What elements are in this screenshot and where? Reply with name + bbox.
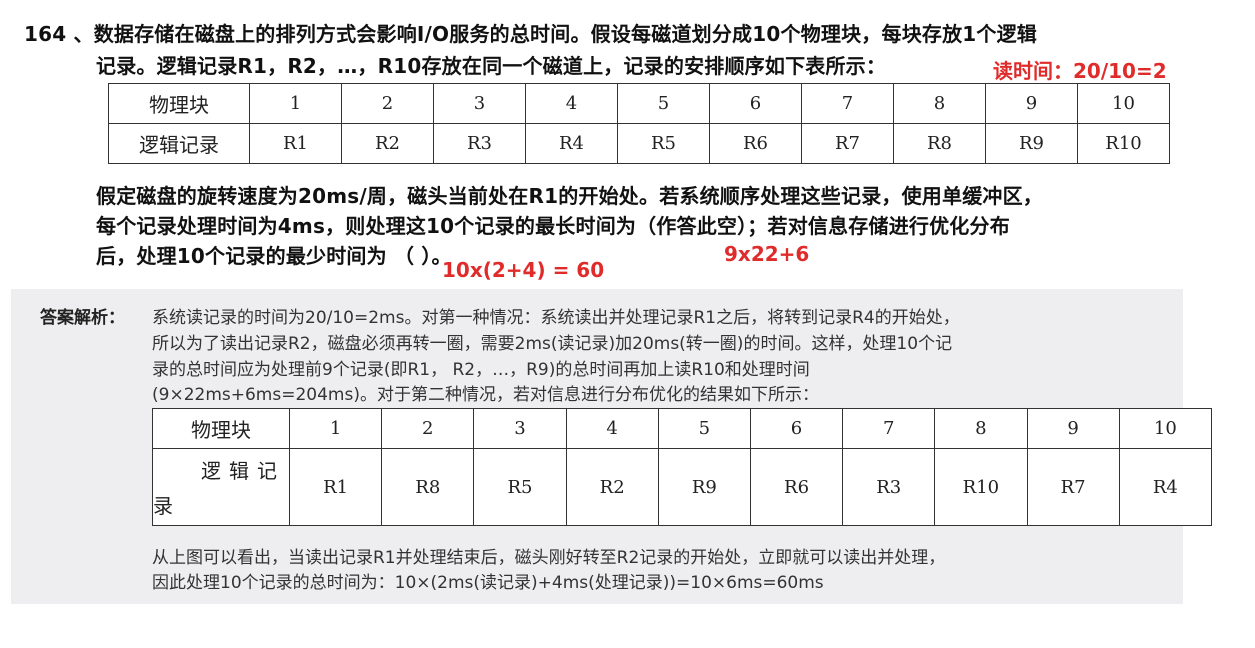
annotation-shortest-time: 10x(2+4) = 60 bbox=[442, 258, 605, 282]
answer-label: 答案解析： bbox=[40, 308, 125, 328]
physical-block-cell: 4 bbox=[565, 408, 659, 449]
physical-block-cell: 8 bbox=[893, 83, 986, 124]
logical-record-cell: R6 bbox=[709, 123, 802, 164]
logical-record-cell: R3 bbox=[842, 448, 936, 526]
physical-block-cell: 5 bbox=[657, 408, 751, 449]
annotation-read-time: 读时间：20/10=2 bbox=[993, 59, 1167, 83]
physical-block-cell: 2 bbox=[381, 408, 475, 449]
physical-block-cell: 3 bbox=[433, 83, 526, 124]
logical-record-cell: R10 bbox=[934, 448, 1028, 526]
logical-record-cell: R4 bbox=[525, 123, 618, 164]
physical-block-cell: 1 bbox=[288, 408, 383, 449]
question-line-4: 每个记录处理时间为4ms，则处理这10个记录的最长时间为（作答此空）；若对信息存… bbox=[96, 214, 1010, 238]
physical-block-cell: 6 bbox=[749, 408, 844, 449]
logical-record-header-top: 逻辑记 bbox=[201, 459, 285, 483]
physical-block-cell: 1 bbox=[249, 83, 342, 124]
physical-block-cell: 9 bbox=[1026, 408, 1120, 449]
logical-record-cell: R8 bbox=[893, 123, 986, 164]
logical-record-header: 逻辑记录 bbox=[108, 123, 250, 164]
physical-block-cell: 3 bbox=[473, 408, 567, 449]
physical-block-cell: 2 bbox=[341, 83, 434, 124]
logical-record-row: 逻辑记录 R1 R2 R3 R4 R5 R6 R7 R8 R9 R10 bbox=[108, 123, 1170, 164]
logical-record-cell: R2 bbox=[565, 448, 659, 526]
answer-line: 系统读记录的时间为20/10=2ms。对第一种情况：系统读出并处理记录R1之后，… bbox=[152, 308, 960, 328]
logical-record-cell: R6 bbox=[749, 448, 844, 526]
logical-record-cell: R1 bbox=[249, 123, 342, 164]
optimized-layout-table: 物理块 1 2 3 4 5 6 7 8 9 10 逻辑记 录 R1 R8 R5 … bbox=[152, 408, 1213, 526]
annotation-longest-time: 9x22+6 bbox=[724, 242, 810, 266]
physical-block-cell: 4 bbox=[525, 83, 618, 124]
question-line-1: 164 、数据存储在磁盘上的排列方式会影响I/O服务的总时间。假设每磁道划分成1… bbox=[24, 22, 1038, 46]
logical-record-cell: R1 bbox=[288, 448, 383, 526]
physical-block-cell: 9 bbox=[985, 83, 1078, 124]
physical-block-cell: 8 bbox=[934, 408, 1028, 449]
question-line-3: 假定磁盘的旋转速度为20ms/周，磁头当前处在R1的开始处。若系统顺序处理这些记… bbox=[96, 184, 1043, 208]
answer-line: 从上图可以看出，当读出记录R1并处理结束后，磁头刚好转至R2记录的开始处，立即就… bbox=[152, 548, 946, 568]
physical-block-cell: 10 bbox=[1077, 83, 1170, 124]
answer-line: 所以为了读出记录R2，磁盘必须再转一圈，需要2ms(读记录)加20ms(转一圈)… bbox=[152, 334, 953, 354]
physical-block-cell: 6 bbox=[709, 83, 802, 124]
logical-record-cell: R9 bbox=[657, 448, 751, 526]
physical-block-cell: 7 bbox=[842, 408, 936, 449]
logical-record-cell: R5 bbox=[473, 448, 567, 526]
physical-block-row: 物理块 1 2 3 4 5 6 7 8 9 10 bbox=[152, 408, 1213, 449]
answer-line: 录的总时间应为处理前9个记录(即R1， R2，…，R9)的总时间再加上读R10和… bbox=[152, 360, 810, 380]
logical-record-cell: R2 bbox=[341, 123, 434, 164]
logical-record-cell: R7 bbox=[801, 123, 894, 164]
question-line-5: 后，处理10个记录的最少时间为 （ ）。 bbox=[96, 244, 452, 268]
physical-block-row: 物理块 1 2 3 4 5 6 7 8 9 10 bbox=[108, 83, 1170, 124]
answer-line: (9×22ms+6ms=204ms)。对于第二种情况，若对信息进行分布优化的结果… bbox=[152, 385, 819, 405]
physical-block-cell: 7 bbox=[801, 83, 894, 124]
answer-line: 因此处理10个记录的总时间为：10×(2ms(读记录)+4ms(处理记录))=1… bbox=[152, 573, 824, 593]
physical-block-cell: 10 bbox=[1118, 408, 1213, 449]
logical-record-cell: R5 bbox=[617, 123, 710, 164]
logical-record-cell: R9 bbox=[985, 123, 1078, 164]
physical-block-header: 物理块 bbox=[152, 408, 290, 449]
logical-record-row: 逻辑记 录 R1 R8 R5 R2 R9 R6 R3 R10 R7 R4 bbox=[152, 448, 1213, 526]
logical-record-cell: R3 bbox=[433, 123, 526, 164]
logical-record-header-bottom: 录 bbox=[153, 494, 173, 518]
logical-record-cell: R8 bbox=[381, 448, 475, 526]
logical-record-header: 逻辑记 录 bbox=[152, 448, 290, 526]
physical-block-header: 物理块 bbox=[108, 83, 250, 124]
logical-record-cell: R10 bbox=[1077, 123, 1170, 164]
logical-record-cell: R4 bbox=[1118, 448, 1213, 526]
record-layout-table: 物理块 1 2 3 4 5 6 7 8 9 10 逻辑记录 R1 R2 R3 R… bbox=[108, 83, 1170, 164]
logical-record-cell: R7 bbox=[1026, 448, 1120, 526]
question-line-2: 记录。逻辑记录R1，R2，…，R10存放在同一个磁道上，记录的安排顺序如下表所示… bbox=[96, 54, 887, 78]
logical-record-header-label: 逻辑记 录 bbox=[153, 449, 289, 525]
physical-block-cell: 5 bbox=[617, 83, 710, 124]
